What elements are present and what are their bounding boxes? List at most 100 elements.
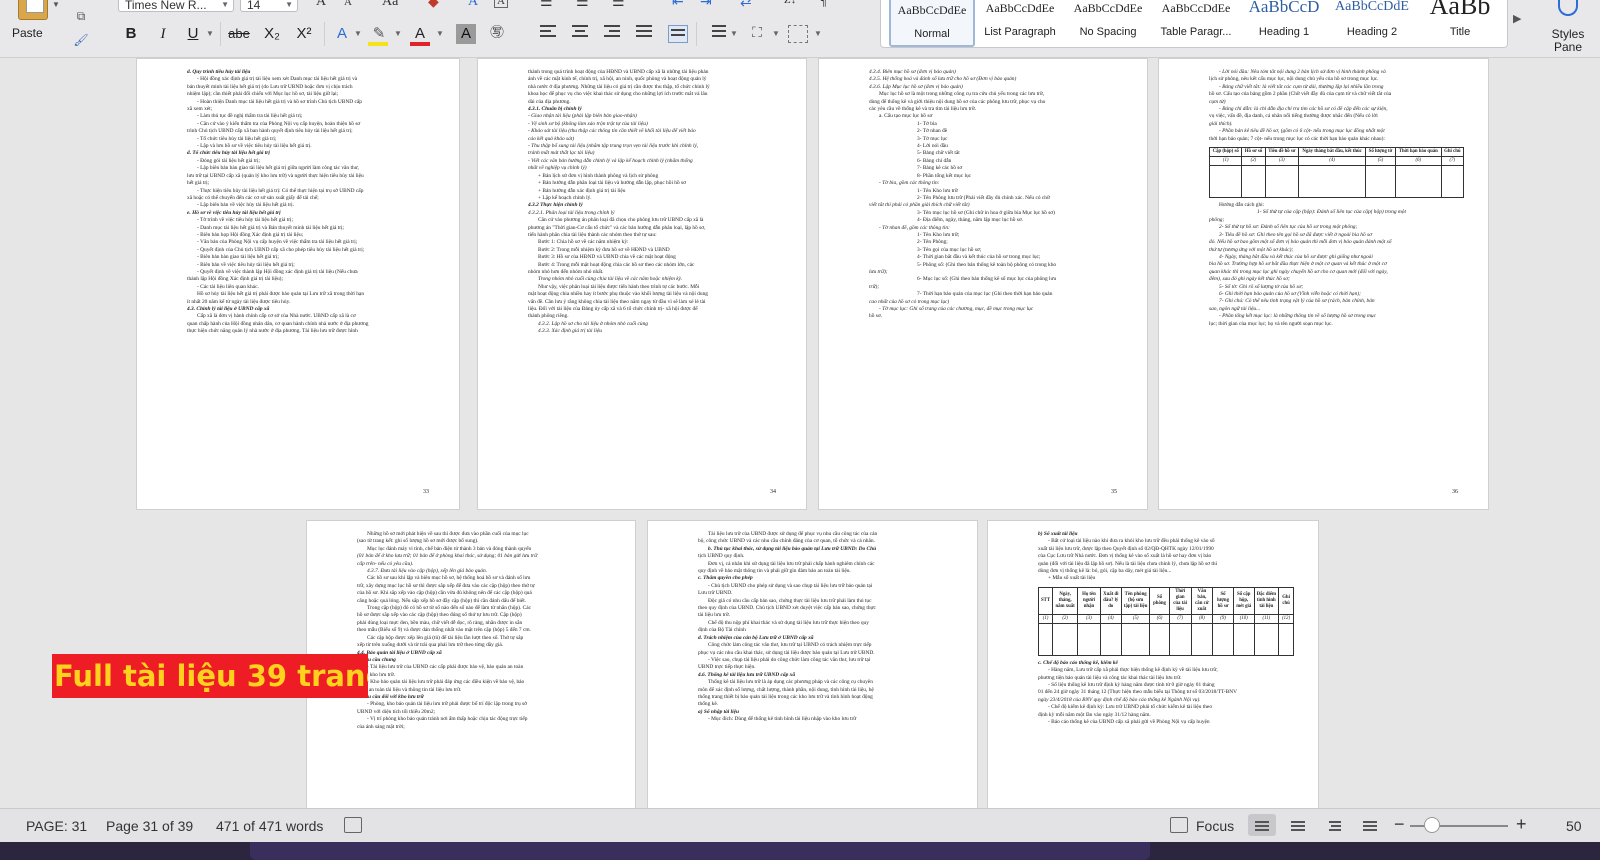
chevron-down-icon[interactable]: ▼: [814, 29, 822, 38]
font-size-combo[interactable]: 14 ▼: [240, 0, 298, 12]
increase-indent-icon[interactable]: ⇥: [700, 0, 712, 11]
table-index-cell: (1): [1209, 156, 1243, 167]
format-painter-icon[interactable]: 🖌: [72, 32, 90, 48]
table-index-cell: (4): [1099, 613, 1122, 624]
text-line: phương tiện bảo quản tài liệu và công tá…: [1038, 674, 1182, 681]
document-page[interactable]: Tài liệu lưu trữ của UBND được sử dụng đ…: [647, 520, 978, 808]
table-empty-cell: [1052, 622, 1079, 656]
shading-bucket-icon[interactable]: ⛶: [746, 22, 768, 46]
text-effects-top-icon[interactable]: A: [468, 0, 478, 10]
chevron-down-icon[interactable]: ▼: [354, 29, 362, 38]
text-line: - Phần tổng kết mục lục: là những thông …: [1219, 313, 1376, 320]
shrink-font-icon[interactable]: A: [344, 0, 352, 8]
zoom-in-icon[interactable]: +: [1516, 814, 1527, 835]
document-page[interactable]: 4.3.4. Biên mục hồ sơ (đơn vị bảo quản) 4…: [818, 58, 1148, 510]
show-formatting-icon[interactable]: ¶: [820, 0, 826, 10]
draft-view-button[interactable]: [1356, 814, 1384, 836]
style-title[interactable]: AaBb Title: [1417, 0, 1503, 47]
chevron-down-icon[interactable]: ▼: [394, 29, 402, 38]
page-field[interactable]: PAGE: 31: [26, 818, 87, 834]
table-header-cell: Tiêu đề hồ sơ: [1264, 147, 1300, 158]
table-header-cell: Thời gian của tài liệu: [1168, 586, 1192, 615]
superscript-button[interactable]: X²: [292, 22, 316, 46]
multilevel-list-icon[interactable]: ☰: [612, 0, 625, 11]
text-line: - Lập và lưu hồ sơ về việc tiêu hủy tài …: [197, 143, 312, 150]
word-count[interactable]: 471 of 471 words: [216, 818, 323, 834]
subscript-button[interactable]: X₂: [260, 22, 284, 46]
document-page[interactable]: d. Quy trình tiêu hủy tài liệu - Hội đồng…: [136, 58, 460, 510]
gallery-next-icon[interactable]: ▶: [1513, 12, 1521, 25]
borders-icon[interactable]: [788, 25, 808, 43]
outline-view-button[interactable]: [1320, 814, 1348, 836]
decrease-indent-icon[interactable]: ⇤: [672, 0, 684, 11]
change-case-icon[interactable]: Aa: [382, 0, 398, 10]
styles-pane-label: Styles Pane: [1551, 27, 1585, 54]
text-line: đêm), sau đó ghi ngày kết thúc hồ sơ;: [1209, 276, 1290, 283]
focus-button[interactable]: Focus: [1196, 818, 1234, 834]
style-heading-2[interactable]: AaBbCcDdE Heading 2: [1329, 0, 1415, 47]
distributed-icon[interactable]: [668, 25, 688, 43]
page-number: 34: [770, 489, 776, 495]
text-line: Các hồ sơ sau khi lập và biên mục hồ sơ,…: [367, 575, 531, 582]
style-list-paragraph[interactable]: AaBbCcDdEe List Paragraph: [977, 0, 1063, 47]
strikethrough-button[interactable]: abe: [226, 22, 252, 46]
style-no-spacing[interactable]: AaBbCcDdEe No Spacing: [1065, 0, 1151, 47]
zoom-slider-thumb[interactable]: [1424, 817, 1440, 833]
paste-icon[interactable]: [18, 0, 48, 20]
zoom-level[interactable]: 50: [1566, 818, 1582, 834]
chevron-down-icon[interactable]: ▼: [436, 29, 444, 38]
italic-button[interactable]: I: [152, 22, 174, 46]
divider: [696, 22, 697, 46]
page-count[interactable]: Page 31 of 39: [106, 818, 193, 834]
bold-button[interactable]: B: [120, 22, 142, 46]
web-layout-view-button[interactable]: [1284, 814, 1312, 836]
document-page[interactable]: b) Sổ xuất tài liệu - Bất cứ loại tài liệ…: [987, 520, 1319, 808]
character-shading-icon[interactable]: A: [456, 24, 476, 44]
copy-icon[interactable]: ⧉: [72, 8, 90, 24]
line-spacing-icon[interactable]: [706, 25, 726, 43]
align-right-icon[interactable]: [604, 25, 624, 43]
character-border-icon[interactable]: A: [494, 0, 508, 8]
font-family-combo[interactable]: Times New R... ▼: [118, 0, 234, 12]
page-text: d. Quy trình tiêu hủy tài liệu - Hội đồng…: [187, 69, 435, 491]
table-header-cell: Ghi chú: [1440, 147, 1464, 158]
bullets-icon[interactable]: ☰: [540, 0, 553, 11]
table-empty-cell: [1365, 165, 1396, 199]
justify-icon[interactable]: [636, 25, 656, 43]
underline-button[interactable]: U: [182, 22, 204, 46]
text-line: Lưu trữ UBND.: [698, 590, 733, 597]
text-line: thực hiện chức năng quản lý nhà nước ở đ…: [187, 328, 358, 335]
align-left-icon[interactable]: [540, 25, 560, 43]
text-line: 4.3.3. Xác định giá trị tài liệu: [538, 328, 602, 335]
chevron-down-icon[interactable]: ▼: [206, 29, 214, 38]
text-direction-icon[interactable]: ⇄: [740, 0, 752, 11]
paste-button-label[interactable]: Paste: [12, 26, 43, 40]
numbering-icon[interactable]: ☰: [576, 0, 589, 11]
paste-options-caret[interactable]: ▼: [52, 0, 60, 9]
chevron-down-icon[interactable]: ▼: [772, 29, 780, 38]
document-page[interactable]: thành trong quá trình hoạt động của HĐND…: [477, 58, 807, 510]
text-line: ánh về các mặt kinh tế, chính trị, xã hộ…: [528, 76, 707, 83]
text-line: nhóm nhỏ hơn đến nhóm nhỏ nhất.: [528, 268, 604, 275]
text-line: liệu. Đối với tài liệu của Đảng ủy cấp x…: [528, 306, 698, 312]
sort-icon[interactable]: Z↓: [784, 0, 796, 6]
style-heading-1[interactable]: AaBbCcD Heading 1: [1241, 0, 1327, 47]
text-line: 4- Thời gian bắt đầu và kết thúc của hồ …: [917, 254, 1041, 261]
focus-icon[interactable]: [1170, 817, 1188, 833]
clear-formatting-icon[interactable]: ◆: [428, 0, 439, 11]
table-index-cell: (2): [1241, 156, 1266, 167]
chevron-down-icon[interactable]: ▼: [730, 29, 738, 38]
styles-pane-button[interactable]: Styles Pane: [1536, 0, 1600, 58]
print-layout-view-button[interactable]: [1248, 814, 1276, 836]
enclose-characters-icon[interactable]: ㊢: [486, 22, 508, 46]
proofing-icon[interactable]: [344, 817, 362, 833]
style-table-paragraph[interactable]: AaBbCcDdEe Table Paragr...: [1153, 0, 1239, 47]
zoom-out-icon[interactable]: −: [1394, 814, 1405, 835]
text-line: quan khác thì trong mục lục ghi ngày chu…: [1209, 268, 1388, 275]
align-center-icon[interactable]: [572, 25, 592, 43]
style-normal[interactable]: AaBbCcDdEe Normal: [889, 0, 975, 47]
table-index-cell: (6): [1394, 156, 1442, 167]
grow-font-icon[interactable]: A: [316, 0, 326, 10]
text-effects-icon[interactable]: A: [332, 22, 352, 46]
document-page[interactable]: - Lời nói đầu: Nêu tóm tắt nội dung 2 bả…: [1158, 58, 1489, 510]
